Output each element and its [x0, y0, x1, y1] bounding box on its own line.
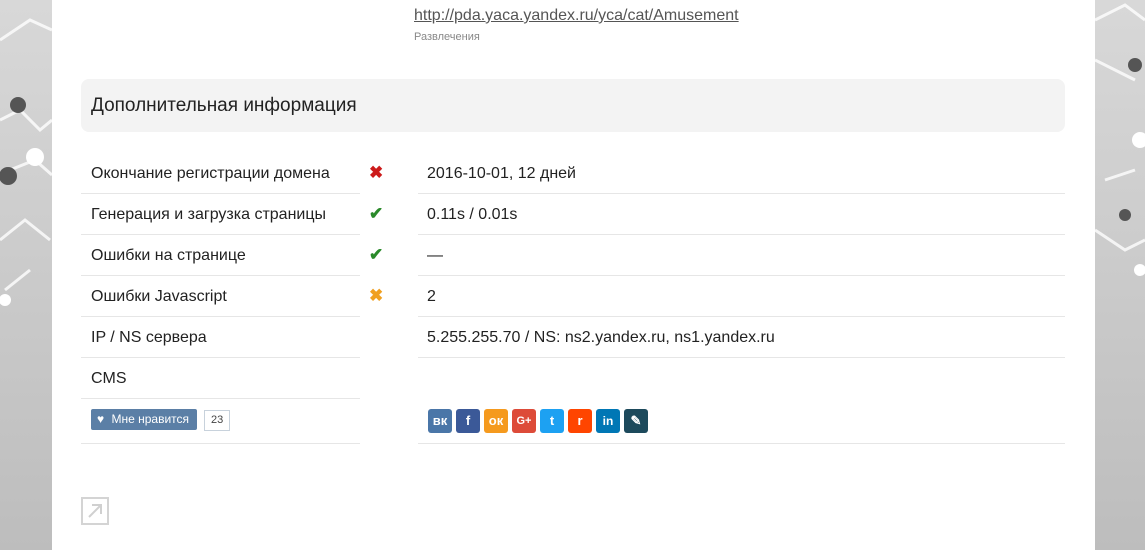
- row-value: 5.255.255.70 / NS: ns2.yandex.ru, ns1.ya…: [427, 329, 775, 346]
- catalog-caption: Развлечения: [414, 31, 480, 43]
- google-plus-icon[interactable]: G+: [512, 409, 536, 433]
- row-label: Окончание регистрации домена: [91, 165, 330, 182]
- row-label: IP / NS сервера: [91, 329, 207, 346]
- row-value: 2016-10-01, 12 дней: [427, 165, 576, 182]
- section-header: Дополнительная информация: [81, 79, 1065, 132]
- expand-arrow-icon[interactable]: [81, 497, 109, 525]
- content-card: http://pda.yaca.yandex.ru/yca/cat/Amusem…: [52, 0, 1095, 550]
- twitter-icon[interactable]: t: [540, 409, 564, 433]
- row-label: Ошибки Javascript: [91, 288, 227, 305]
- section-title: Дополнительная информация: [91, 95, 357, 116]
- vk-icon[interactable]: вк: [428, 409, 452, 433]
- catalog-link[interactable]: http://pda.yaca.yandex.ru/yca/cat/Amusem…: [414, 7, 739, 25]
- decorative-background-right: [1095, 0, 1145, 550]
- row-label: CMS: [91, 370, 127, 387]
- odnoklassniki-icon[interactable]: ок: [484, 409, 508, 433]
- warning-cross-icon: ✖: [369, 286, 384, 305]
- row-value: 2: [427, 288, 436, 305]
- check-icon: ✔: [369, 245, 384, 264]
- facebook-icon[interactable]: f: [456, 409, 480, 433]
- error-cross-icon: ✖: [369, 163, 384, 182]
- row-label: Ошибки на странице: [91, 247, 246, 264]
- livejournal-icon[interactable]: ✎: [624, 409, 648, 433]
- linkedin-icon[interactable]: in: [596, 409, 620, 433]
- row-value: —: [427, 247, 443, 264]
- info-row-ip-ns: IP / NS сервера 5.255.255.70 / NS: ns2.y…: [81, 317, 1065, 358]
- decorative-background-left: [0, 0, 52, 550]
- reddit-icon[interactable]: r: [568, 409, 592, 433]
- info-row-js-errors: Ошибки Javascript ✖ 2: [81, 276, 1065, 317]
- info-row-domain-expiry: Окончание регистрации домена ✖ 2016-10-0…: [81, 153, 1065, 194]
- info-row-page-generation: Генерация и загрузка страницы ✔ 0.11s / …: [81, 194, 1065, 235]
- row-label: Генерация и загрузка страницы: [91, 206, 326, 223]
- info-row-page-errors: Ошибки на странице ✔ —: [81, 235, 1065, 276]
- row-value: 0.11s / 0.01s: [427, 206, 518, 223]
- check-icon: ✔: [369, 204, 384, 223]
- info-row-cms: CMS: [81, 358, 1065, 399]
- share-buttons: вк f ок G+ t r in ✎: [428, 409, 648, 433]
